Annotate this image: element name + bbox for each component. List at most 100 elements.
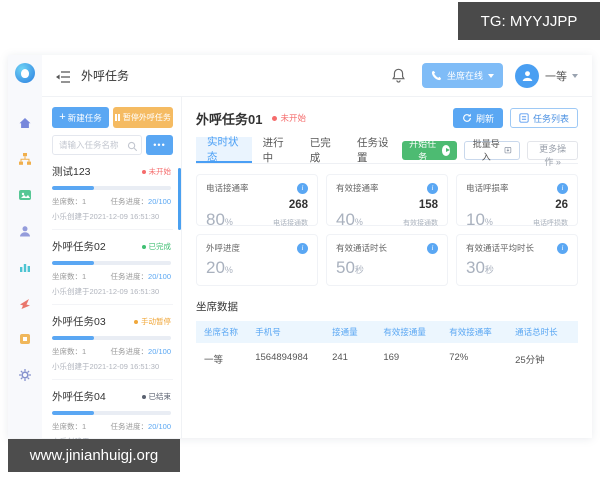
play-icon: [441, 144, 451, 156]
watermark-top: TG: MYYJJPP: [458, 2, 600, 40]
stat-card: 有效通话平均时长 i 30秒: [456, 234, 578, 286]
seats-count: 坐席数：1: [52, 272, 87, 281]
user-menu-chevron-icon[interactable]: [572, 73, 578, 78]
seats-count: 坐席数：1: [52, 197, 87, 206]
task-progress: 任务进度：20/100: [110, 272, 171, 281]
chevron-down-icon: [488, 73, 494, 78]
search-icon[interactable]: [127, 139, 138, 152]
task-list-button[interactable]: 任务列表: [509, 108, 578, 128]
agent-status-label: 坐席在线: [446, 71, 483, 81]
task-name: 外呼任务04: [52, 391, 106, 403]
users-icon[interactable]: [18, 224, 32, 238]
menu-fold-icon[interactable]: [56, 70, 71, 83]
task-progress: 任务进度：20/100: [110, 422, 171, 431]
task-created: 小乐创建于2021-12-09 16:51:30: [52, 287, 160, 296]
notification-bell-icon[interactable]: [391, 68, 406, 83]
seats-count: 坐席数：1: [52, 347, 87, 356]
task-progress: 任务进度：20/100: [110, 197, 171, 206]
task-progress: 任务进度：20/100: [110, 347, 171, 356]
page-title: 外呼任务: [81, 69, 130, 83]
apps-icon[interactable]: [18, 332, 32, 346]
tab-in-progress[interactable]: 进行中: [252, 137, 299, 164]
pause-icon: [115, 114, 120, 121]
tab-completed[interactable]: 已完成: [299, 137, 346, 164]
status-badge: 已完成: [148, 242, 172, 251]
task-list-item[interactable]: 外呼任务02 已完成 坐席数：1 任务进度：20/100 小乐创建于2021-1…: [52, 230, 173, 305]
status-badge: 手动暂停: [141, 317, 171, 326]
pause-task-button[interactable]: 暂停外呼任务: [113, 107, 173, 128]
seats-count: 坐席数：1: [52, 422, 87, 431]
task-name: 测试123: [52, 166, 91, 178]
info-icon[interactable]: i: [297, 242, 308, 254]
gallery-icon[interactable]: [18, 188, 32, 202]
icon-rail: [8, 55, 42, 438]
info-icon[interactable]: i: [557, 182, 568, 194]
info-icon[interactable]: i: [297, 182, 308, 194]
table-row: 一等 1564894984 241 169 72% 25分钟: [204, 352, 545, 366]
stat-card: 电话呼损率 i 10% 26 电话呼损数: [456, 174, 578, 228]
info-icon[interactable]: i: [427, 242, 438, 254]
stat-count: 26 电话呼损数: [533, 199, 568, 227]
plus-icon: +: [59, 111, 66, 123]
progress-bar: [52, 186, 171, 190]
new-task-button[interactable]: + 新建任务: [52, 107, 109, 128]
status-dot: [141, 394, 146, 399]
current-task-title: 外呼任务01: [196, 111, 263, 127]
top-header: 外呼任务 坐席在线 一等: [42, 55, 592, 97]
status-dot: [272, 115, 278, 121]
info-icon[interactable]: i: [427, 182, 438, 194]
app-logo: [15, 63, 35, 83]
start-task-button[interactable]: 开始任务: [401, 139, 458, 162]
tab-bar: 实时状态 进行中 已完成 任务设置 开始任务 批量导入 更多操作 »: [196, 136, 579, 167]
stat-card: 外呼进度 i 20%: [196, 234, 318, 286]
table-header-row: 坐席名称 手机号 接通量 有效接通量 有效接通率 通话总时长: [196, 321, 578, 343]
progress-bar: [52, 411, 171, 415]
status-badge: 未开始: [148, 167, 172, 176]
tab-task-settings[interactable]: 任务设置: [346, 137, 402, 164]
list-more-button[interactable]: •••: [146, 135, 173, 155]
task-created: 小乐创建于2021-12-09 16:51:30: [52, 362, 160, 371]
more-operations-button[interactable]: 更多操作 »: [527, 140, 579, 167]
promotion-icon[interactable]: [18, 296, 32, 310]
stat-card: 电话接通率 i 80% 268 电话接通数: [196, 174, 318, 228]
list-scrollbar-thumb[interactable]: [178, 168, 181, 230]
task-list-panel: + 新建任务 暂停外呼任务 ••• 测试123: [42, 97, 182, 474]
phone-icon: [431, 70, 442, 81]
agent-status-button[interactable]: 坐席在线: [421, 63, 503, 88]
main-content: 外呼任务01 未开始 刷新 任务列表 实时状态 进行中 已完成 任务设置 开始任…: [182, 97, 592, 438]
task-list-item[interactable]: 测试123 未开始 坐席数：1 任务进度：20/100 小乐创建于2021-12…: [52, 155, 173, 230]
tab-realtime-status[interactable]: 实时状态: [196, 136, 252, 163]
progress-bar: [52, 336, 171, 340]
task-name: 外呼任务03: [52, 316, 106, 328]
user-name[interactable]: 一等: [545, 68, 567, 84]
app-window: 外呼任务 坐席在线 一等 + 新建任务 暂停外呼任务 请输入任务名称 ••• 测…: [8, 55, 592, 474]
stats-cards: 电话接通率 i 80% 268 电话接通数 有效接通率 i 40% 158 有效接通数 …: [196, 174, 578, 286]
info-icon[interactable]: i: [557, 242, 568, 254]
refresh-icon: [463, 113, 471, 122]
avatar[interactable]: [515, 63, 539, 88]
home-icon[interactable]: [18, 116, 32, 130]
stat-card: 有效接通率 i 40% 158 有效接通数: [326, 174, 448, 228]
import-icon: [504, 147, 512, 154]
status-dot: [141, 244, 146, 249]
task-created: 小乐创建于2021-12-09 16:51:30: [52, 212, 160, 221]
task-list-item[interactable]: 外呼任务03 手动暂停 坐席数：1 任务进度：20/100 小乐创建于2021-…: [52, 305, 173, 380]
org-icon[interactable]: [18, 152, 32, 166]
task-name: 外呼任务02: [52, 241, 106, 253]
progress-bar: [52, 261, 171, 265]
stat-count: 268 电话接通数: [273, 199, 308, 227]
page: TG: MYYJJPP www.jinianhuigj.org 外呼任务 坐席在…: [0, 0, 600, 480]
stat-count: 158 有效接通数: [403, 199, 438, 227]
table-title: 坐席数据: [196, 301, 238, 313]
list-icon: [519, 113, 529, 123]
current-task-status: 未开始: [272, 112, 306, 124]
refresh-button[interactable]: 刷新: [452, 108, 503, 128]
settings-icon[interactable]: [18, 368, 32, 382]
stat-card: 有效通话时长 i 50秒: [326, 234, 448, 286]
watermark-bottom: www.jinianhuigj.org: [8, 439, 180, 472]
chart-icon[interactable]: [18, 260, 32, 274]
status-dot: [141, 169, 146, 174]
batch-import-button[interactable]: 批量导入: [464, 139, 521, 162]
agent-data-section: 坐席数据 坐席名称 手机号 接通量 有效接通量 有效接通率 通话总时长 一等 1…: [196, 299, 578, 375]
status-dot: [134, 319, 138, 324]
